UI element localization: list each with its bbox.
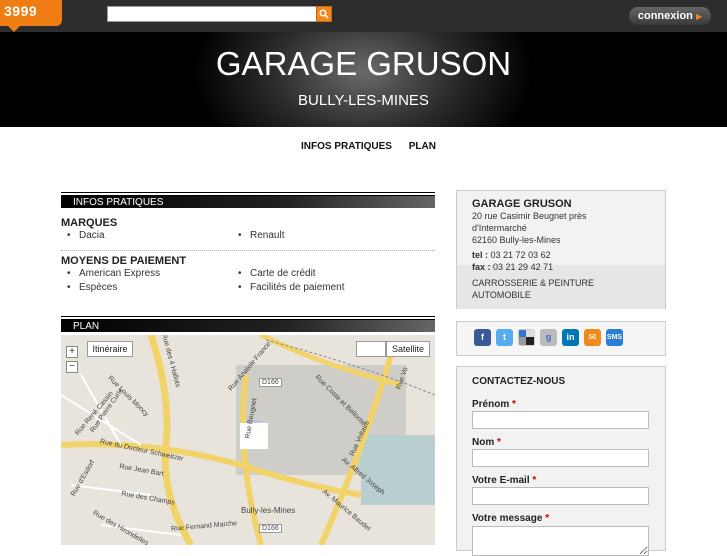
map-label: Bully-les-Mines	[241, 506, 296, 515]
email-field[interactable]	[472, 487, 649, 505]
prenom-label-text: Prénom	[472, 399, 510, 410]
page-title: GARAGE GRUSON	[215, 45, 512, 82]
zoom-in-button[interactable]: +	[66, 346, 78, 358]
prenom-label: Prénom *	[472, 399, 516, 410]
email-label-text: Votre E-mail	[472, 475, 530, 486]
top-bar: 3999 connexion ▶	[0, 0, 727, 32]
facebook-icon[interactable]: f	[474, 329, 491, 346]
delicious-shape	[519, 330, 534, 345]
nom-field[interactable]	[472, 449, 649, 467]
form-title: CONTACTEZ-NOUS	[472, 376, 566, 387]
map-label: D166	[259, 524, 282, 533]
prenom-field[interactable]	[472, 411, 649, 429]
map-view-button[interactable]	[356, 341, 386, 357]
divider	[61, 250, 435, 251]
connexion-button[interactable]: connexion ▶	[629, 7, 711, 25]
email-label: Votre E-mail *	[472, 475, 536, 486]
nav-item-infos-pratiques[interactable]: INFOS PRATIQUES	[301, 141, 392, 152]
search-button[interactable]	[316, 6, 332, 22]
satellite-button[interactable]: Satellite	[386, 341, 430, 357]
tel-label: tel :	[472, 250, 489, 260]
list-item: American Express	[67, 268, 160, 279]
nom-label: Nom *	[472, 437, 501, 448]
arrow-right-icon: ▶	[695, 12, 703, 21]
list-item: Dacia	[67, 230, 104, 241]
required-marker: *	[532, 475, 537, 486]
header-banner: GARAGE GRUSON BULLY-LES-MINES	[0, 32, 727, 127]
sms-icon[interactable]: SMS	[606, 329, 623, 346]
page-subtitle: BULLY-LES-MINES	[298, 92, 429, 109]
address-line: d'Intermarché	[472, 223, 527, 233]
marques-heading: MARQUES	[61, 217, 118, 229]
required-marker: *	[497, 437, 501, 448]
required-marker: *	[512, 399, 516, 410]
message-label: Votre message *	[472, 513, 549, 524]
list-item: Espèces	[67, 282, 117, 293]
logo-3999[interactable]: 3999	[0, 0, 62, 32]
search-input[interactable]	[107, 6, 317, 22]
address-line: 62160 Bully-les-Mines	[472, 235, 561, 245]
phone-line: tel : 03 21 72 03 62	[472, 250, 551, 260]
zoom-out-button[interactable]: −	[66, 361, 78, 373]
search-icon	[319, 9, 329, 19]
paiement-heading: MOYENS DE PAIEMENT	[61, 255, 187, 267]
contact-card-name: GARAGE GRUSON	[472, 198, 572, 210]
section-header-infos: INFOS PRATIQUES	[61, 192, 435, 208]
fax-line: fax : 03 21 29 42 71	[472, 262, 553, 272]
required-marker: *	[545, 513, 550, 524]
activity-line: CARROSSERIE & PEINTURE	[472, 278, 595, 288]
list-item: Renault	[238, 230, 285, 241]
itineraire-button[interactable]: Itinéraire	[87, 341, 133, 357]
connexion-label: connexion	[637, 10, 693, 22]
twitter-icon[interactable]: t	[496, 329, 513, 346]
email-icon[interactable]: ✉	[584, 329, 601, 346]
linkedin-icon[interactable]: in	[562, 329, 579, 346]
fax-value: 03 21 29 42 71	[493, 262, 554, 272]
map[interactable]: Itinéraire Satellite + − Rue des 4 Hallo…	[61, 335, 435, 545]
google-icon[interactable]: g	[540, 329, 557, 346]
address-line: 20 rue Casimir Beugnet près	[472, 211, 587, 221]
delicious-icon[interactable]	[518, 329, 535, 346]
list-item: Carte de crédit	[238, 268, 316, 279]
nom-label-text: Nom	[472, 437, 495, 448]
message-label-text: Votre message	[472, 513, 543, 524]
activity-line: AUTOMOBILE	[472, 290, 531, 300]
message-field[interactable]	[472, 526, 649, 556]
list-item: Facilités de paiement	[238, 282, 344, 293]
section-header-plan: PLAN	[61, 316, 435, 332]
tel-value[interactable]: 03 21 72 03 62	[491, 250, 551, 260]
main-nav: INFOS PRATIQUES PLAN	[301, 141, 450, 152]
fax-label: fax :	[472, 262, 491, 272]
map-label: D166	[259, 378, 282, 387]
nav-item-plan[interactable]: PLAN	[409, 141, 436, 152]
